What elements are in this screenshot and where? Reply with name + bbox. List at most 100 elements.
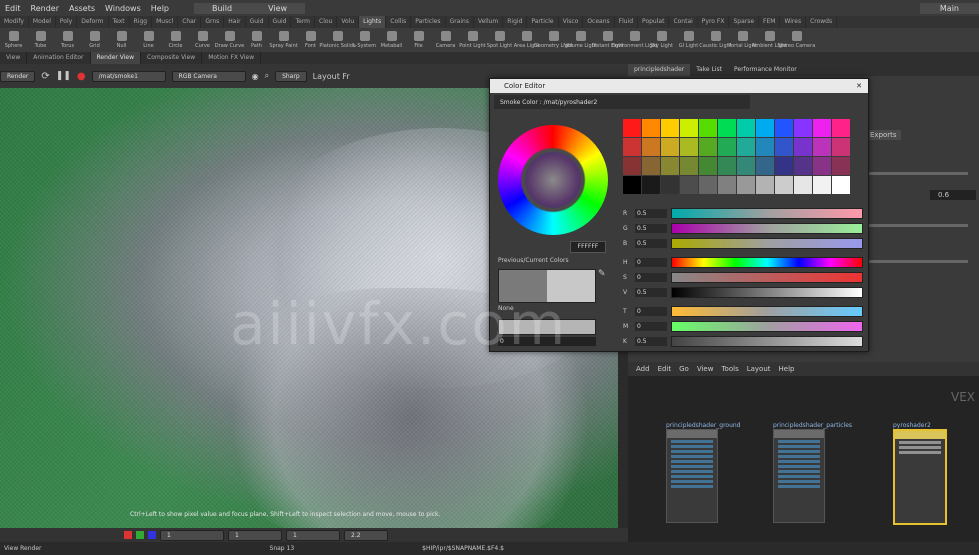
eyedropper-icon[interactable]: ✎ (598, 269, 606, 279)
color-swatch[interactable] (794, 176, 812, 194)
color-swatch[interactable] (813, 119, 831, 137)
shelf-tab[interactable]: Pyro FX (698, 16, 730, 28)
shelf-tab[interactable]: Guid (246, 16, 269, 28)
shelf-tool[interactable]: File (405, 28, 432, 52)
shelf-tool[interactable]: Tube (27, 28, 54, 52)
stop-icon[interactable]: ● (77, 71, 86, 82)
color-swatch[interactable] (623, 138, 641, 156)
value-value[interactable]: 0.5 (635, 287, 667, 297)
net-menu-add[interactable]: Add (636, 365, 650, 373)
color-swatch[interactable] (737, 138, 755, 156)
color-swatch[interactable] (756, 157, 774, 175)
shader-node-pyro[interactable] (893, 429, 947, 525)
shelf-tab[interactable]: Populat (638, 16, 670, 28)
red-value[interactable]: 0.5 (635, 208, 667, 218)
color-swatch[interactable] (680, 157, 698, 175)
shelf-tab[interactable]: Text (109, 16, 130, 28)
color-swatch[interactable] (832, 119, 850, 137)
pause-icon[interactable]: ❚❚ (56, 71, 71, 81)
color-swatch[interactable] (775, 157, 793, 175)
color-swatch[interactable] (737, 157, 755, 175)
net-menu-edit[interactable]: Edit (658, 365, 672, 373)
tab-principledshader[interactable]: principledshader (628, 64, 691, 76)
shelf-tab[interactable]: Deform (77, 16, 109, 28)
shelf-tab[interactable]: Modify (0, 16, 29, 28)
color-swatch[interactable] (775, 176, 793, 194)
shelf-tool[interactable]: Path (243, 28, 270, 52)
snap-selector[interactable]: Sharp (275, 70, 307, 82)
shelf-tab[interactable]: Char (178, 16, 202, 28)
shelf-tool[interactable]: Environment Light (612, 28, 658, 52)
color-swatch-icon-2[interactable] (136, 531, 144, 539)
shelf-tab[interactable]: Poly (56, 16, 78, 28)
shelf-tool[interactable]: GI Light (675, 28, 702, 52)
camera-selector[interactable]: RGB Camera (171, 70, 246, 82)
shelf-tab[interactable]: Volu (337, 16, 360, 28)
saturation-value[interactable]: 0 (635, 272, 667, 282)
shelf-tool[interactable]: Spot Light (486, 28, 513, 52)
field-two[interactable]: 1 (228, 529, 282, 541)
hue-slider[interactable] (671, 256, 863, 268)
refresh-icon[interactable]: ⟳ (41, 71, 49, 82)
t-slider[interactable] (671, 305, 863, 317)
shelf-tab[interactable]: Guid (269, 16, 292, 28)
shelf-tab[interactable]: Hair (224, 16, 246, 28)
color-swatch[interactable] (699, 157, 717, 175)
zoom-field[interactable]: 2.2 (344, 529, 388, 541)
shelf-tool[interactable]: Circle (162, 28, 189, 52)
color-swatch[interactable] (642, 157, 660, 175)
tab-take-list[interactable]: Take List (690, 64, 728, 76)
color-swatch[interactable] (642, 138, 660, 156)
color-swatch[interactable] (813, 157, 831, 175)
close-icon[interactable]: ✕ (856, 82, 862, 90)
zoom-icon[interactable]: ⌕ (265, 71, 269, 81)
shelf-tool[interactable]: Spray Paint (269, 28, 298, 52)
shelf-tool[interactable]: Stereo Camera (778, 28, 815, 52)
menu-edit[interactable]: Edit (0, 4, 26, 13)
blue-value[interactable]: 0.5 (635, 238, 667, 248)
shelf-tool[interactable]: Curve (189, 28, 216, 52)
color-swatch[interactable] (718, 119, 736, 137)
shelf-tab[interactable]: Rigg (130, 16, 153, 28)
hue-value[interactable]: 0 (635, 257, 667, 267)
menu-render[interactable]: Render (26, 4, 64, 13)
shelf-tab[interactable]: Rigid (503, 16, 528, 28)
color-swatch-icon-3[interactable] (148, 531, 156, 539)
color-swatch-icon[interactable] (124, 531, 132, 539)
shelf-tab[interactable]: Crowds (806, 16, 838, 28)
value-slider[interactable] (671, 286, 863, 298)
network-editor[interactable]: VEX principledshader_ground principledsh… (628, 362, 979, 542)
eye-icon[interactable]: ◉ (252, 72, 259, 81)
shelf-tab[interactable]: Grns (201, 16, 225, 28)
shelf-tool[interactable]: Volume Light (564, 28, 597, 52)
color-swatch[interactable] (718, 157, 736, 175)
t-value[interactable]: 0 (635, 306, 667, 316)
color-swatch[interactable] (832, 138, 850, 156)
shelf-tab[interactable]: Collis (386, 16, 412, 28)
shelf-tab[interactable]: Oceans (583, 16, 615, 28)
color-swatch[interactable] (832, 157, 850, 175)
tab-view[interactable]: View (0, 52, 28, 64)
color-swatch[interactable] (699, 119, 717, 137)
shelf-tab[interactable]: Muscl (152, 16, 179, 28)
shelf-tool[interactable]: Caustic Light (699, 28, 732, 52)
saturation-slider[interactable] (671, 271, 863, 283)
render-button[interactable]: Render (0, 70, 36, 82)
shelf-tool[interactable]: Sphere (0, 28, 27, 52)
color-swatch[interactable] (813, 138, 831, 156)
color-swatch[interactable] (661, 176, 679, 194)
shelf-tool[interactable]: Camera (432, 28, 459, 52)
color-swatch[interactable] (661, 119, 679, 137)
shelf-tool[interactable]: Metaball (378, 28, 405, 52)
m-slider[interactable] (671, 320, 863, 332)
net-menu-tools[interactable]: Tools (721, 365, 738, 373)
net-menu-view[interactable]: View (697, 365, 714, 373)
blue-slider[interactable] (671, 237, 863, 249)
color-swatch[interactable] (680, 176, 698, 194)
color-swatch[interactable] (756, 176, 774, 194)
shelf-tool[interactable]: L-System (351, 28, 378, 52)
shelf-tab[interactable]: Sparse (729, 16, 760, 28)
tab-performance-monitor[interactable]: Performance Monitor (728, 64, 803, 76)
param-value[interactable]: 0.6 (930, 190, 976, 200)
color-swatch[interactable] (813, 176, 831, 194)
